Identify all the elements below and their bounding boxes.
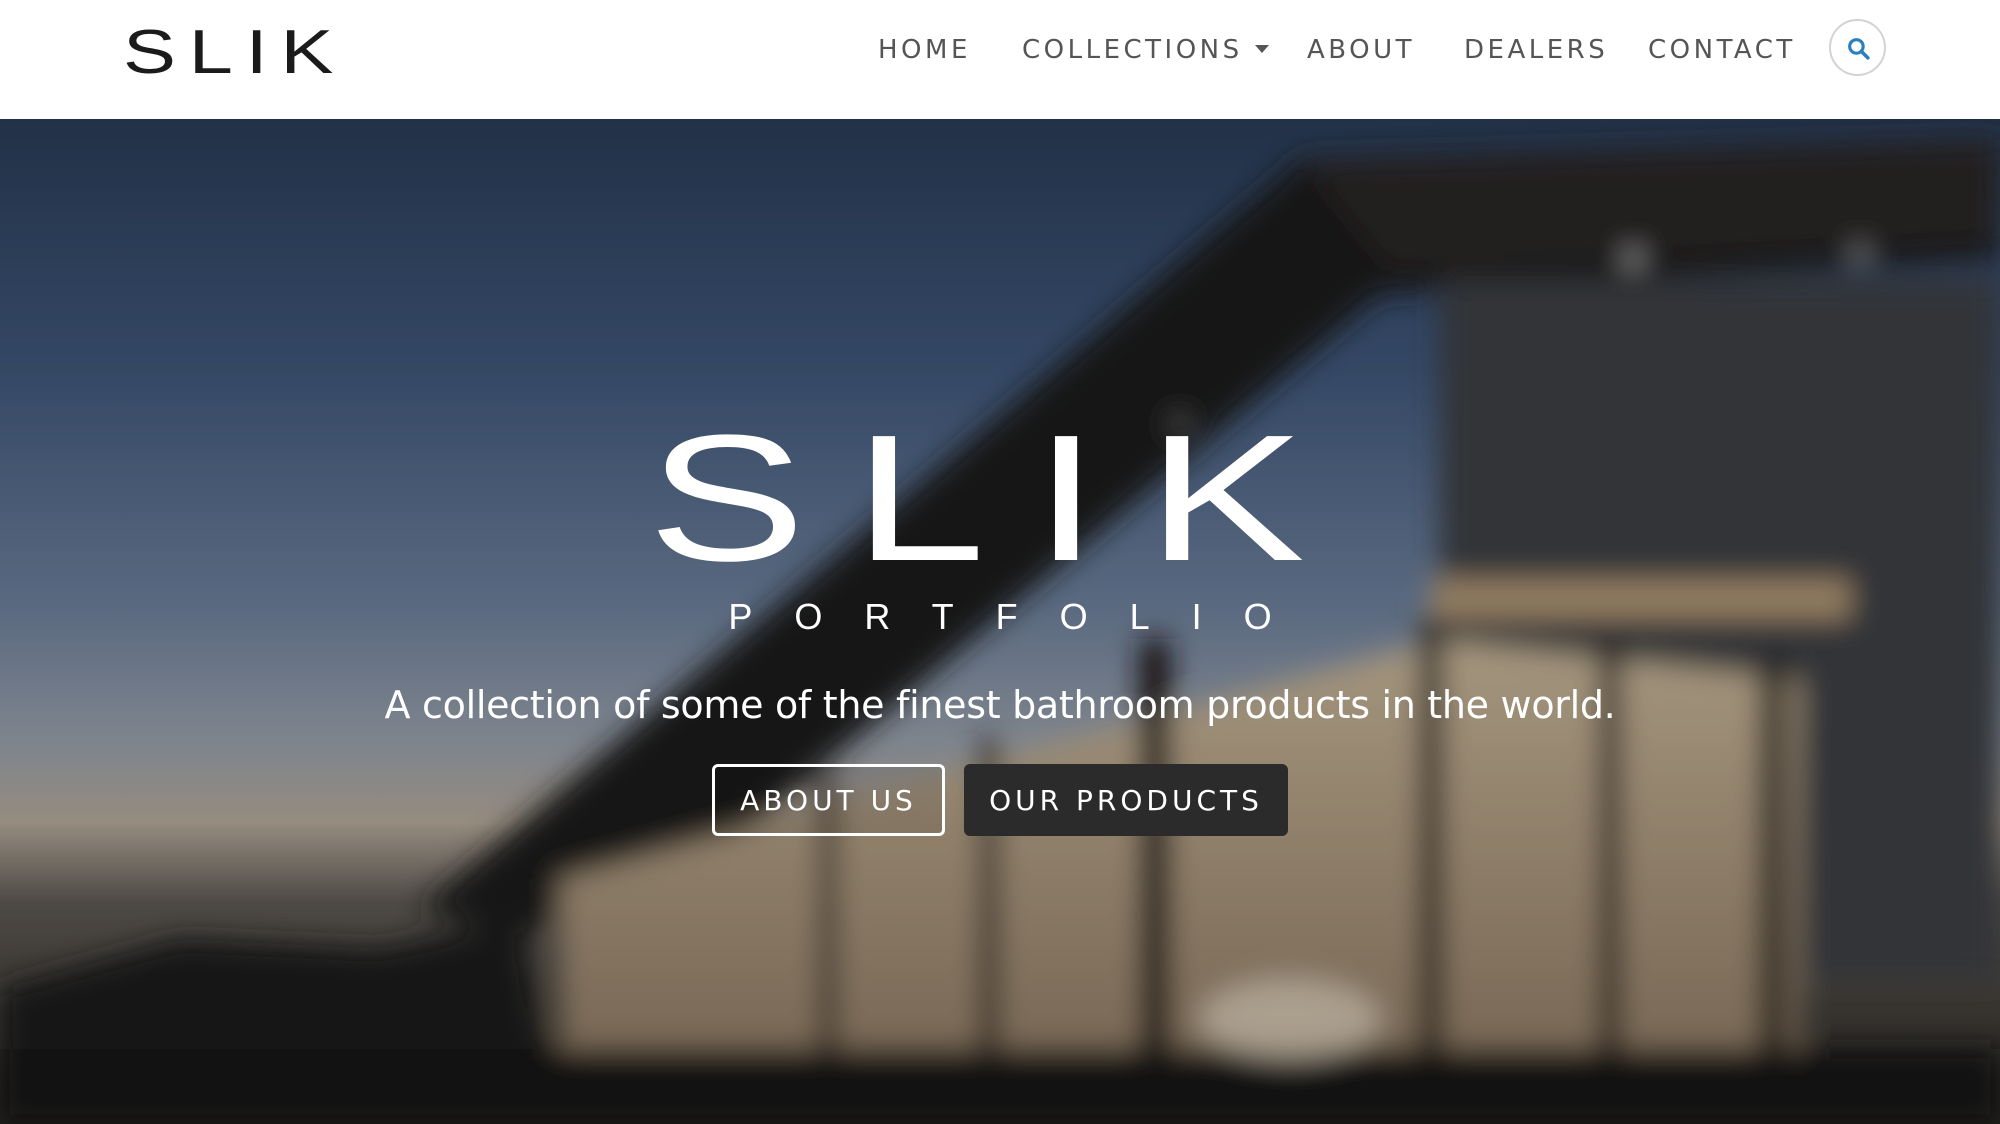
search-icon <box>1848 38 1870 60</box>
hero-section: SLIK PORTFOLIO A collection of some of t… <box>0 119 2000 1124</box>
site-header: SLIK HOME COLLECTIONS ABOUT DEALERS CONT… <box>0 0 2000 119</box>
nav-collections-label: COLLECTIONS <box>1022 35 1243 65</box>
main-nav: HOME COLLECTIONS ABOUT DEALERS CONTACT <box>0 30 2000 70</box>
hero-tagline: A collection of some of the finest bathr… <box>384 683 1616 727</box>
about-us-button[interactable]: ABOUT US <box>712 764 945 836</box>
nav-collections[interactable]: COLLECTIONS <box>1022 30 1269 70</box>
search-button[interactable] <box>1829 19 1886 76</box>
hero-subtitle: PORTFOLIO <box>728 596 1314 637</box>
nav-dealers[interactable]: DEALERS <box>1464 30 1608 70</box>
nav-about[interactable]: ABOUT <box>1307 30 1415 70</box>
nav-contact[interactable]: CONTACT <box>1648 30 1796 70</box>
nav-home[interactable]: HOME <box>878 30 971 70</box>
our-products-button[interactable]: OUR PRODUCTS <box>964 764 1288 836</box>
chevron-down-icon <box>1254 44 1269 53</box>
page: SLIK HOME COLLECTIONS ABOUT DEALERS CONT… <box>0 0 2000 1124</box>
hero-logo-wordmark: SLIK <box>647 398 1353 599</box>
